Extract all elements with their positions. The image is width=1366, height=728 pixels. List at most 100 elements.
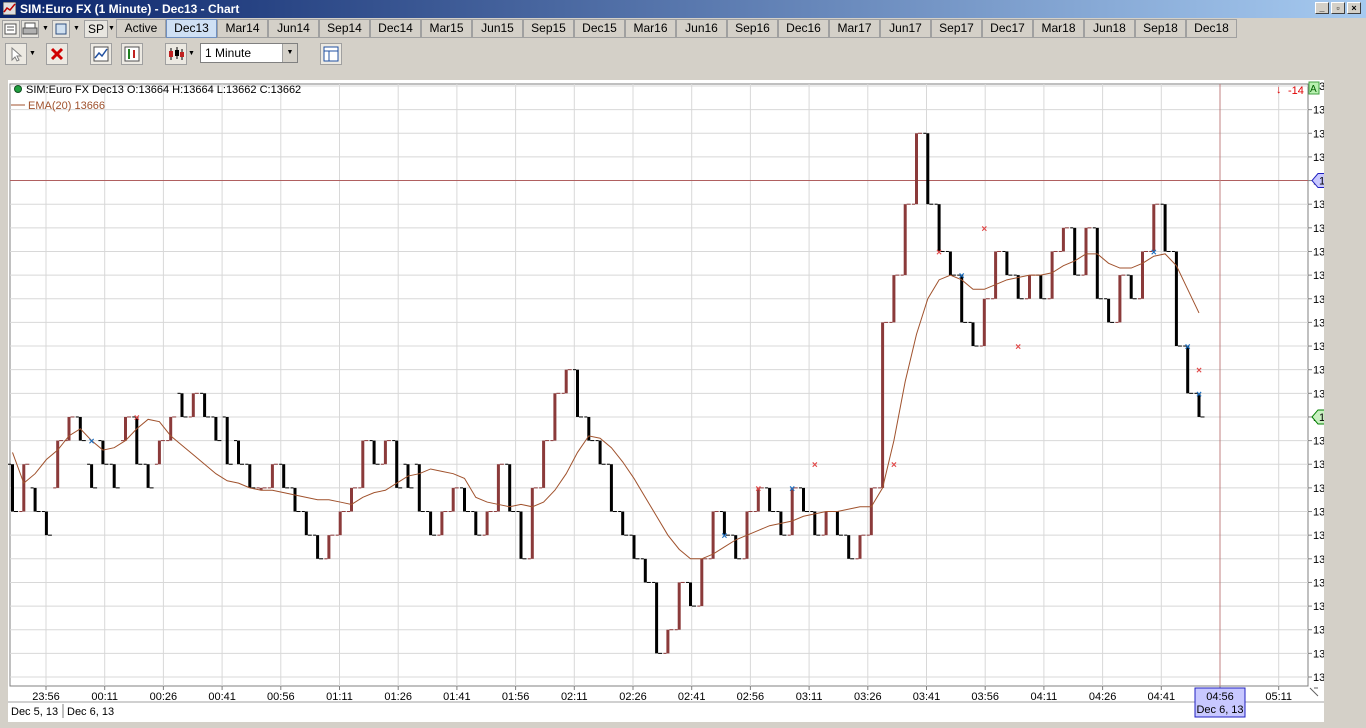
price-bar: [564, 369, 568, 394]
strategies-icon[interactable]: [121, 43, 143, 65]
tab-dec16[interactable]: Dec16: [778, 19, 829, 38]
price-bar: [1186, 346, 1190, 394]
price-bar: [1152, 204, 1156, 252]
price-bar: [576, 369, 579, 417]
price-bar: [666, 629, 670, 654]
price-chart[interactable]: × × × × × × × × × × × × × × × SIM:Euro FX Dec13 O:13664…: [8, 80, 1324, 722]
price-bar: [1005, 251, 1009, 276]
sell-marker: ×: [1196, 366, 1202, 377]
tab-mar16[interactable]: Mar16: [625, 19, 676, 38]
tab-active[interactable]: Active: [116, 19, 166, 38]
x-tick-label: 03:11: [796, 691, 823, 703]
price-bar: [982, 298, 986, 347]
price-bar: [711, 511, 715, 559]
price-bar: [926, 133, 930, 205]
tab-jun15[interactable]: Jun15: [472, 19, 523, 38]
x-tick-label: 00:41: [208, 691, 236, 703]
y-tick-label: 13657: [1313, 530, 1324, 542]
price-bar: [643, 558, 647, 583]
tab-sep14[interactable]: Sep14: [319, 19, 370, 38]
price-bar: [440, 511, 444, 536]
print-icon[interactable]: [21, 20, 39, 38]
y-tick-label: 13666: [1313, 317, 1324, 329]
tab-dec15[interactable]: Dec15: [574, 19, 625, 38]
price-bar: [485, 511, 489, 536]
price-bar: [270, 464, 274, 488]
price-bar: [463, 487, 466, 512]
tab-dec18[interactable]: Dec18: [1186, 19, 1237, 38]
price-bar: [802, 487, 805, 512]
price-bar: [44, 511, 48, 536]
y-tick-label: 13669: [1313, 246, 1324, 258]
minimize-button[interactable]: _: [1315, 2, 1329, 14]
chart-style-icon[interactable]: [165, 43, 187, 65]
price-bar: [124, 416, 127, 441]
close-button[interactable]: ×: [1347, 2, 1361, 14]
plot-area: [9, 83, 1309, 687]
y-tick-label: 13663: [1313, 388, 1324, 400]
x-tick-label: 02:26: [619, 691, 647, 703]
x-tick-label: 01:26: [384, 691, 412, 703]
instrument-dropdown-icon[interactable]: ▼: [107, 20, 116, 38]
status-dot: [14, 85, 22, 93]
cursor-dropdown-icon[interactable]: ▼: [28, 43, 37, 65]
price-bar: [858, 535, 862, 559]
y-tick-label: 13664: [1313, 365, 1324, 377]
price-bar: [960, 275, 964, 323]
indicators-icon[interactable]: [90, 43, 112, 65]
data-box-icon[interactable]: [320, 43, 342, 65]
price-bar: [553, 393, 557, 441]
y-tick-label: 13660: [1313, 459, 1324, 471]
tab-jun16[interactable]: Jun16: [676, 19, 727, 38]
price-bar: [994, 251, 998, 299]
interval-dropdown-icon[interactable]: ▼: [282, 44, 297, 62]
restore-button[interactable]: ▫: [1331, 2, 1345, 14]
price-bar: [948, 251, 952, 276]
remove-drawings-icon[interactable]: [46, 43, 68, 65]
tab-mar14[interactable]: Mar14: [217, 19, 268, 38]
price-bar: [689, 582, 692, 607]
x-tick-label: 04:41: [1148, 691, 1176, 703]
tab-mar15[interactable]: Mar15: [421, 19, 472, 38]
instrument-selector[interactable]: SP: [84, 20, 108, 38]
price-marker-label: 13672: [1319, 176, 1324, 188]
interval-select[interactable]: 1 Minute ▼: [200, 43, 298, 63]
x-tick-label: 01:11: [326, 691, 353, 703]
print-dropdown-icon[interactable]: ▼: [41, 20, 50, 38]
tab-sep18[interactable]: Sep18: [1135, 19, 1186, 38]
properties-icon[interactable]: [2, 20, 20, 38]
chart-panel[interactable]: × × × × × × × × × × × × × × × SIM:Euro FX Dec13 O:13664…: [8, 80, 1324, 722]
price-bar: [903, 204, 907, 276]
tab-dec14[interactable]: Dec14: [370, 19, 421, 38]
price-bar: [304, 511, 308, 536]
x-tick-label: 04:26: [1089, 691, 1117, 703]
template-icon[interactable]: [52, 20, 70, 38]
cursor-icon[interactable]: [5, 43, 27, 65]
tab-dec17[interactable]: Dec17: [982, 19, 1033, 38]
tab-jun14[interactable]: Jun14: [268, 19, 319, 38]
price-bar: [372, 440, 376, 465]
x-tick-label: 01:56: [502, 691, 530, 703]
tab-sep16[interactable]: Sep16: [727, 19, 778, 38]
tab-jun18[interactable]: Jun18: [1084, 19, 1135, 38]
x-tick-label: 03:41: [913, 691, 941, 703]
price-bar: [237, 440, 240, 465]
tab-jun17[interactable]: Jun17: [880, 19, 931, 38]
tab-sep17[interactable]: Sep17: [931, 19, 982, 38]
price-bar: [1073, 227, 1077, 276]
tab-mar18[interactable]: Mar18: [1033, 19, 1084, 38]
tab-dec13[interactable]: Dec13: [166, 19, 217, 38]
tab-mar17[interactable]: Mar17: [829, 19, 880, 38]
price-bar: [22, 464, 26, 512]
template-dropdown-icon[interactable]: ▼: [72, 20, 81, 38]
buy-marker: ×: [1151, 247, 1157, 258]
price-bar: [451, 487, 455, 512]
x-tick-label: 05:11: [1265, 691, 1292, 703]
sell-marker: ×: [1015, 342, 1021, 353]
buy-marker: ×: [959, 271, 965, 282]
chart-style-dropdown-icon[interactable]: ▼: [187, 43, 196, 65]
price-bar: [383, 440, 387, 465]
y-tick-label: 13674: [1313, 128, 1324, 140]
tab-sep15[interactable]: Sep15: [523, 19, 574, 38]
title-bar: SIM:Euro FX (1 Minute) - Dec13 - Chart _…: [0, 0, 1366, 18]
